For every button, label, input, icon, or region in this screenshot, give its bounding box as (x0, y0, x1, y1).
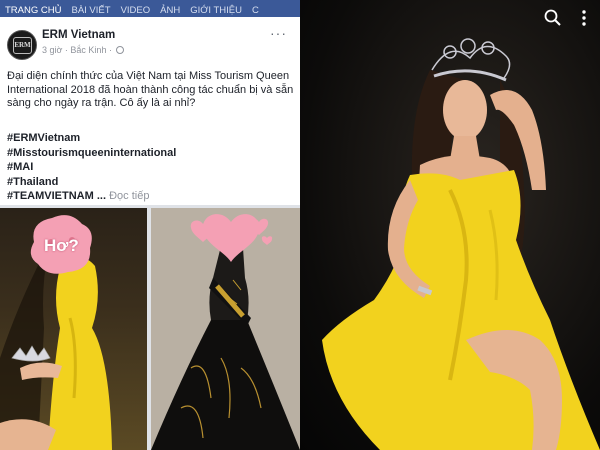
hashtag[interactable]: #Misstourismqueeninternational (7, 146, 297, 161)
tab-about[interactable]: GIỚI THIỆU (185, 3, 247, 17)
heart-icon (190, 214, 273, 262)
post-ellipsis: ... (96, 190, 107, 202)
more-options-button[interactable]: ··· (270, 25, 287, 41)
viewer-photo (322, 38, 600, 450)
hashtag[interactable]: #MAI (7, 160, 297, 175)
more-vertical-icon[interactable] (580, 9, 588, 27)
hashtag[interactable]: #ERMVietnam (7, 131, 297, 146)
globe-icon (116, 46, 125, 54)
search-icon[interactable] (544, 9, 562, 27)
tab-community[interactable]: C (247, 3, 264, 17)
post-photo-1[interactable]: Hơ? (0, 208, 147, 450)
avatar[interactable]: ERM (7, 30, 37, 60)
facebook-page-view: TRANG CHỦ BÀI VIẾT VIDEO ẢNH GIỚI THIỆU C ERM… (0, 0, 300, 450)
tiara (431, 38, 511, 82)
sticker-text: Hơ? (44, 236, 79, 255)
post-location[interactable]: Bắc Kinh (70, 45, 106, 55)
tab-video[interactable]: VIDEO (116, 3, 156, 17)
page-logo: ERM (13, 37, 32, 54)
hashtag[interactable]: #TEAMVIETNAM (7, 190, 94, 202)
screenshot: TRANG CHỦ BÀI VIẾT VIDEO ẢNH GIỚI THIỆU C ERM… (0, 0, 600, 450)
photo-viewer (300, 0, 600, 450)
post-meta: 3 giờ · Bắc Kinh · (42, 45, 125, 55)
tab-home[interactable]: TRANG CHỦ (0, 3, 66, 17)
heart-stickers (190, 214, 273, 262)
read-more-link[interactable]: Đọc tiếp (109, 190, 149, 202)
page-name[interactable]: ERM Vietnam (42, 29, 115, 41)
post-time[interactable]: 3 giờ (42, 45, 62, 55)
post-card: ERM ERM Vietnam 3 giờ · Bắc Kinh · ··· Đ… (0, 17, 300, 205)
tab-photos[interactable]: ẢNH (155, 3, 185, 17)
tab-posts[interactable]: BÀI VIẾT (66, 3, 115, 17)
post-text: Đại diện chính thức của Việt Nam tại Mis… (7, 70, 294, 109)
hashtag-list: #ERMVietnam #Misstourismqueeninternation… (7, 131, 297, 204)
hashtag-row-last: #TEAMVIETNAM ... Đọc tiếp (7, 189, 297, 204)
page-tab-bar: TRANG CHỦ BÀI VIẾT VIDEO ẢNH GIỚI THIỆU C (0, 0, 300, 17)
hashtag[interactable]: #Thailand (7, 175, 297, 190)
post-photo-2[interactable] (151, 208, 300, 450)
